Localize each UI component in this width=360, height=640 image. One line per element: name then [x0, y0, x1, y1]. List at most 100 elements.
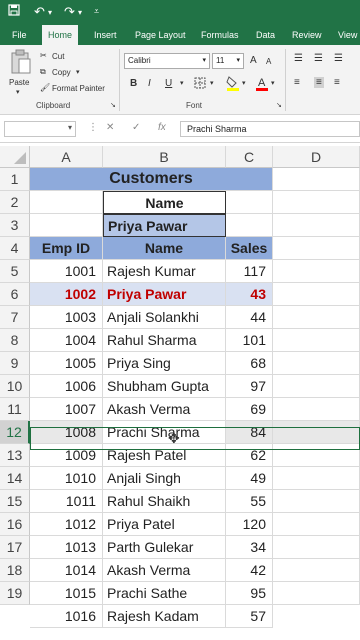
grid-cell[interactable] [30, 191, 103, 214]
grid-cell[interactable] [273, 168, 360, 191]
grid-cell[interactable] [273, 513, 360, 536]
cell-emp-id[interactable]: 1004 [30, 329, 103, 352]
font-color-dropdown-icon[interactable]: ▾ [271, 79, 275, 87]
tab-data[interactable]: Data [256, 25, 275, 45]
insert-function-icon[interactable]: fx [158, 122, 166, 133]
cell-name[interactable]: Shubham Gupta [103, 375, 226, 398]
more-icon[interactable]: ⋮ [88, 122, 98, 133]
cell-emp-id[interactable]: 1015 [30, 582, 103, 605]
cell-emp-id[interactable]: 1006 [30, 375, 103, 398]
row-header-15[interactable]: 15 [0, 490, 30, 513]
cell-emp-id[interactable]: 1016 [30, 605, 103, 628]
row-header-17[interactable]: 17 [0, 536, 30, 559]
cut-icon[interactable]: ✂ [40, 51, 47, 60]
cell-emp-id[interactable]: 1014 [30, 559, 103, 582]
undo-dropdown-icon[interactable]: ▾ [48, 8, 52, 17]
row-header-4[interactable]: 4 [0, 237, 30, 260]
cell-sales[interactable]: 95 [226, 582, 273, 605]
grid-cell[interactable] [273, 467, 360, 490]
row-header-14[interactable]: 14 [0, 467, 30, 490]
cell-sales[interactable]: 117 [226, 260, 273, 283]
cell-name[interactable]: Anjali Singh [103, 467, 226, 490]
tab-formulas[interactable]: Formulas [201, 25, 239, 45]
row-header-13[interactable]: 13 [0, 444, 30, 467]
paste-icon[interactable] [10, 49, 32, 77]
save-icon[interactable] [8, 4, 20, 19]
grid-cell[interactable] [226, 191, 273, 214]
grid-cell[interactable] [273, 559, 360, 582]
cell-sales[interactable]: 57 [226, 605, 273, 628]
cell-name[interactable]: Anjali Solankhi [103, 306, 226, 329]
font-size-select[interactable]: 11 ▾ [212, 53, 244, 69]
row-header-3[interactable]: 3 [0, 214, 30, 237]
grid-cell[interactable] [273, 191, 360, 214]
cell-sales[interactable]: 62 [226, 444, 273, 467]
fill-color-icon[interactable] [226, 75, 240, 94]
align-bottom-icon[interactable]: ☰ [334, 53, 343, 64]
formula-input[interactable]: Prachi Sharma [180, 121, 360, 137]
grid-cell[interactable] [273, 582, 360, 605]
cell-name[interactable]: Prachi Sharma [103, 421, 226, 444]
redo-dropdown-icon[interactable]: ▾ [78, 8, 82, 17]
row-header-11[interactable]: 11 [0, 398, 30, 421]
underline-button[interactable]: U [165, 78, 172, 89]
grid-cell[interactable] [273, 421, 360, 444]
cell-name[interactable]: Akash Verma [103, 559, 226, 582]
header-sales[interactable]: Sales [226, 237, 273, 260]
cancel-icon[interactable]: ✕ [106, 122, 114, 133]
grid-cell[interactable] [273, 283, 360, 306]
row-header-18[interactable]: 18 [0, 559, 30, 582]
cell-emp-id[interactable]: 1013 [30, 536, 103, 559]
cell-sales[interactable]: 34 [226, 536, 273, 559]
font-launcher-icon[interactable]: ↘ [276, 101, 282, 109]
cell-emp-id[interactable]: 1008 [30, 421, 103, 444]
cell-emp-id[interactable]: 1005 [30, 352, 103, 375]
cell-emp-id[interactable]: 1011 [30, 490, 103, 513]
align-center-icon[interactable]: ≡ [314, 77, 324, 88]
align-left-icon[interactable]: ≡ [294, 77, 300, 88]
cell-sales[interactable]: 42 [226, 559, 273, 582]
cell-emp-id[interactable]: 1009 [30, 444, 103, 467]
grid-cell[interactable] [273, 398, 360, 421]
row-header-10[interactable]: 10 [0, 375, 30, 398]
grid-cell[interactable] [273, 444, 360, 467]
cell-sales[interactable]: 49 [226, 467, 273, 490]
column-header-b[interactable]: B [103, 146, 226, 168]
cell-name[interactable]: Prachi Sathe [103, 582, 226, 605]
cell-sales[interactable]: 84 [226, 421, 273, 444]
undo-icon[interactable]: ↶ [34, 4, 45, 20]
cell-name[interactable]: Rajesh Kadam [103, 605, 226, 628]
align-right-icon[interactable]: ≡ [334, 77, 340, 88]
cell-sales[interactable]: 55 [226, 490, 273, 513]
enter-icon[interactable]: ✓ [132, 122, 140, 133]
cell-sales[interactable]: 44 [226, 306, 273, 329]
tab-insert[interactable]: Insert [94, 25, 117, 45]
grid-cell[interactable] [30, 214, 103, 237]
cell-name[interactable]: Rajesh Patel [103, 444, 226, 467]
grid-cell[interactable] [273, 306, 360, 329]
font-color-icon[interactable]: A [255, 75, 269, 94]
cell-sales[interactable]: 101 [226, 329, 273, 352]
cell-name[interactable]: Priya Sing [103, 352, 226, 375]
borders-dropdown-icon[interactable]: ▾ [210, 79, 214, 87]
cell-name[interactable]: Rahul Sharma [103, 329, 226, 352]
cell-name[interactable]: Priya Pawar [103, 283, 226, 306]
header-name[interactable]: Name [103, 237, 226, 260]
tab-review[interactable]: Review [292, 25, 322, 45]
grid-cell[interactable] [273, 536, 360, 559]
grow-font-button[interactable]: A [250, 55, 257, 66]
grid-cell[interactable] [273, 237, 360, 260]
cell-name[interactable]: Akash Verma [103, 398, 226, 421]
column-header-d[interactable]: D [273, 146, 360, 168]
row-header-9[interactable]: 9 [0, 352, 30, 375]
clipboard-launcher-icon[interactable]: ↘ [110, 101, 116, 109]
cell-emp-id[interactable]: 1007 [30, 398, 103, 421]
cell-emp-id[interactable]: 1010 [30, 467, 103, 490]
paste-button[interactable]: Paste [9, 78, 29, 87]
cell-name[interactable]: Parth Gulekar [103, 536, 226, 559]
borders-icon[interactable] [194, 77, 206, 92]
lookup-value[interactable]: Priya Pawar [103, 214, 226, 237]
sheet-title[interactable]: Customers [30, 168, 273, 191]
copy-dropdown-icon[interactable]: ▾ [76, 68, 80, 76]
cell-emp-id[interactable]: 1001 [30, 260, 103, 283]
